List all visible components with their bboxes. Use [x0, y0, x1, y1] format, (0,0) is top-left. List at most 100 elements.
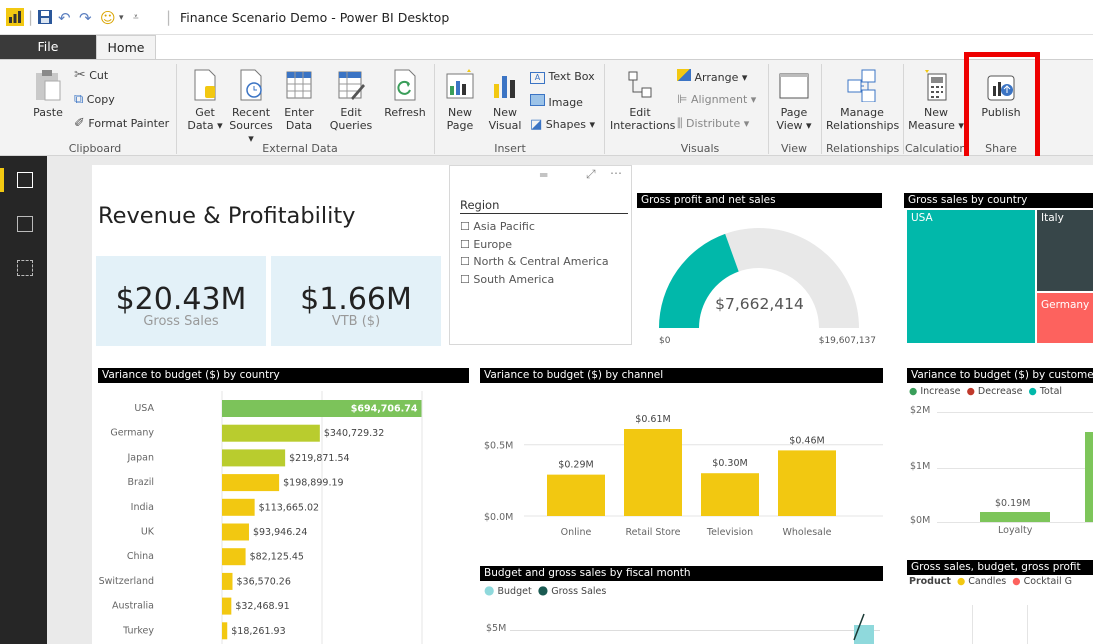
bar[interactable] [222, 548, 246, 566]
treemap-tile[interactable]: Italy [1037, 210, 1093, 291]
category-label: UK [141, 527, 155, 538]
edit-interactions-button[interactable]: Edit Interactions [610, 68, 675, 132]
group-relationships: Relationships [826, 142, 900, 155]
bar[interactable] [547, 474, 605, 516]
category-label: India [131, 502, 154, 513]
refresh-button[interactable]: Refresh [382, 68, 428, 119]
page-view-label-1: Page [780, 106, 808, 119]
bar[interactable] [222, 449, 286, 467]
new-measure-button[interactable]: New Measure ▾ [908, 68, 964, 132]
gross-profit-gauge[interactable]: $7,662,414 $0 $19,607,137 [637, 210, 882, 346]
undo-icon[interactable]: ↶ [58, 8, 71, 28]
shapes-button[interactable]: ◪ Shapes ▾ [530, 118, 595, 131]
redo-icon[interactable]: ↷ [79, 8, 92, 28]
divider [903, 64, 904, 154]
treemap-tile[interactable]: USA [907, 210, 1035, 343]
relationships-view-icon[interactable] [17, 260, 33, 276]
gross-sales-treemap[interactable]: USA Italy Germany [907, 210, 1093, 343]
data-label: $0.30M [712, 458, 747, 469]
customer-waterfall-chart[interactable]: ● Increase ● Decrease ● Total $2M $1M $0… [907, 385, 1093, 535]
drag-handle-icon[interactable]: ═ [540, 168, 547, 182]
window-title: Finance Scenario Demo - Power BI Desktop [180, 10, 450, 25]
bar[interactable] [222, 523, 249, 541]
gridline [1027, 605, 1028, 644]
distribute-button[interactable]: ⫼ Distribute ▾ [677, 117, 750, 131]
data-label: $93,946.24 [253, 527, 307, 538]
card-value: $20.43M [115, 282, 247, 317]
gridline [510, 630, 880, 631]
save-icon[interactable] [37, 9, 53, 25]
power-bi-window: | ↶ ↷ ☺ ▾ ⩡ | Finance Scenario Demo - Po… [0, 0, 1093, 644]
new-visual-icon [494, 76, 515, 98]
manage-relationships-button[interactable]: Manage Relationships [826, 68, 899, 132]
country-bar-chart[interactable]: USA $694,706.74 Germany $340,729.32 Japan $21… [98, 387, 469, 644]
card-label: Gross Sales [143, 314, 219, 329]
paste-button[interactable]: Paste [28, 68, 68, 119]
get-data-button[interactable]: Get Data ▾ [183, 68, 227, 132]
data-label: $694,706.74 [351, 404, 418, 415]
edit-queries-button[interactable]: Edit Queries [329, 68, 373, 132]
bar[interactable] [222, 597, 232, 615]
slicer-item[interactable]: ☐ South America [460, 271, 609, 289]
new-measure-label-2: Measure ▾ [908, 119, 964, 132]
channel-bar-chart[interactable]: $0.5M $0.0M $0.29M Online $0.61M Retail Store… [480, 387, 883, 552]
gross-sales-card[interactable]: $20.43M Gross Sales [96, 256, 266, 346]
gridline [972, 605, 973, 644]
waterfall-title: Variance to budget ($) by customer [907, 368, 1093, 383]
increase-bar[interactable] [1085, 432, 1093, 522]
gross-sales-line [853, 613, 865, 641]
group-view: View [780, 142, 808, 155]
smiley-feedback-icon[interactable]: ☺ [100, 8, 116, 28]
new-page-button[interactable]: New Page [442, 68, 478, 132]
slicer-item[interactable]: ☐ Europe [460, 236, 609, 254]
bar[interactable] [701, 473, 759, 516]
copy-button[interactable]: ⧉ Copy [74, 93, 115, 106]
treemap-tile[interactable]: Germany [1037, 293, 1093, 343]
customize-qat-icon[interactable]: ⩡ [133, 8, 139, 28]
bar[interactable] [778, 450, 836, 516]
separator: | [28, 8, 34, 26]
page-view-button[interactable]: Page View ▾ [774, 68, 814, 132]
slicer-item[interactable]: ☐ North & Central America [460, 253, 609, 271]
loyalty-bar[interactable] [980, 512, 1050, 522]
cut-button[interactable]: ✂ Cut [74, 68, 108, 82]
bar[interactable] [222, 424, 320, 442]
format-painter-label: Format Painter [88, 117, 170, 130]
text-box-button[interactable]: A Text Box [530, 70, 595, 84]
bar[interactable] [624, 429, 682, 516]
bar[interactable] [222, 572, 233, 590]
waterfall-legend: ● Increase ● Decrease ● Total [909, 386, 1062, 397]
edit-interactions-label-1: Edit [629, 106, 651, 119]
vtb-card[interactable]: $1.66M VTB ($) [271, 256, 441, 346]
bar[interactable] [222, 498, 255, 516]
distribute-label: Distribute ▾ [686, 117, 750, 130]
tab-file[interactable]: File [0, 35, 96, 60]
y-tick-label: $0.0M [484, 512, 513, 523]
data-label: $0.46M [789, 435, 824, 446]
manage-rel-label-1: Manage [840, 106, 884, 119]
format-painter-button[interactable]: ✐ Format Painter [74, 117, 169, 130]
bar[interactable] [222, 622, 228, 640]
edit-queries-label-2: Queries [329, 119, 373, 132]
divider [434, 64, 435, 154]
calculator-icon [925, 70, 947, 101]
image-button[interactable]: Image [530, 94, 583, 109]
feedback-dropdown-icon[interactable]: ▾ [119, 8, 124, 28]
data-view-icon[interactable] [17, 216, 33, 232]
bar[interactable] [222, 474, 280, 492]
tab-home[interactable]: Home [96, 35, 156, 61]
alignment-button[interactable]: ⊫ Alignment ▾ [677, 93, 756, 107]
report-view-icon[interactable] [17, 172, 33, 188]
more-options-icon[interactable]: ⋯ [610, 166, 622, 180]
new-visual-button[interactable]: New Visual [486, 68, 524, 132]
region-slicer[interactable]: ═ ⤢ ⋯ Region ☐ Asia Pacific ☐ Europe ☐ N… [449, 165, 632, 345]
edit-queries-icon [338, 71, 365, 100]
recent-sources-button[interactable]: Recent Sources ▾ [227, 68, 275, 145]
arrange-button[interactable]: Arrange ▾ [677, 69, 747, 84]
card-label: VTB ($) [331, 314, 381, 329]
focus-mode-icon[interactable]: ⤢ [586, 167, 596, 182]
active-view-indicator [0, 168, 4, 192]
enter-data-button[interactable]: Enter Data [280, 68, 318, 132]
gauge-max: $19,607,137 [818, 336, 876, 346]
slicer-item[interactable]: ☐ Asia Pacific [460, 218, 609, 236]
